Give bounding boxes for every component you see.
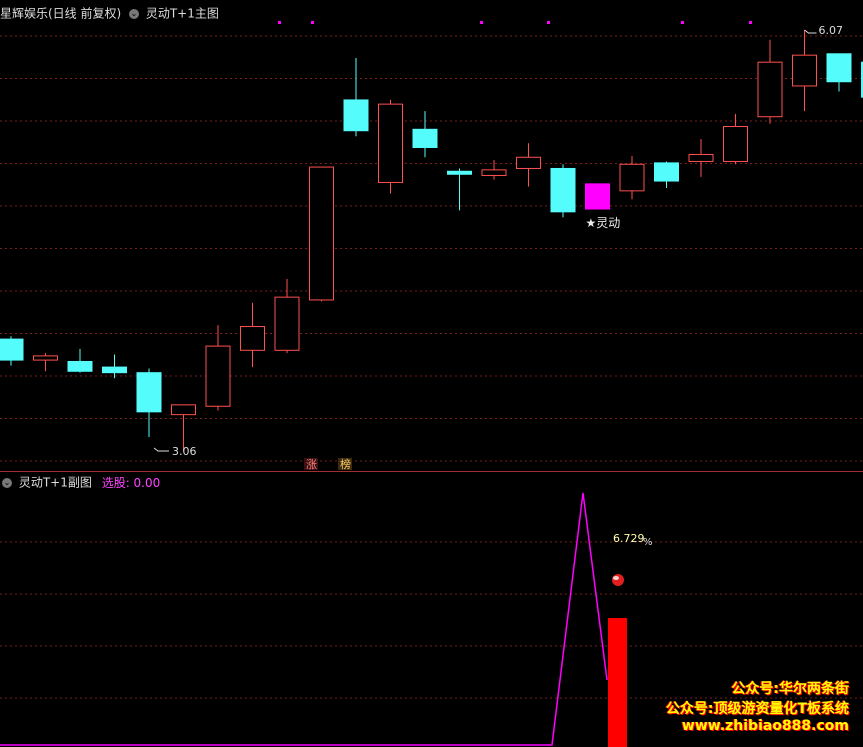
- low-price-label: 3.06: [172, 445, 197, 458]
- watermark-line-1: 公众号:华尔两条街: [731, 681, 849, 697]
- candle[interactable]: [102, 354, 127, 379]
- candle[interactable]: [274, 278, 300, 354]
- chevron-down-icon[interactable]: ⌄: [2, 477, 12, 488]
- sub-header: ⌄ 灵动T+1副图 选股: 0.00: [0, 474, 160, 490]
- candle[interactable]: [447, 168, 472, 211]
- candle[interactable]: [619, 155, 645, 200]
- candle[interactable]: [205, 325, 231, 411]
- candle-body: [205, 345, 231, 407]
- candle-body: [309, 166, 334, 301]
- signal-label: ★灵动: [586, 216, 621, 230]
- high-marker-icon: [804, 29, 817, 34]
- candle[interactable]: [654, 161, 679, 189]
- chevron-down-icon[interactable]: ⌄: [129, 8, 140, 19]
- candle[interactable]: [33, 353, 58, 372]
- candle-body: [516, 156, 541, 169]
- select-value-label: 选股: 0.00: [101, 475, 161, 490]
- candle[interactable]: [378, 99, 403, 194]
- stock-title: 星辉娱乐(日线 前复权): [0, 6, 122, 21]
- main-chart-panel[interactable]: 6.07 3.06 ★灵动涨 榜 星辉娱乐(日线 前复权) ⌄ 灵动T+1主图: [0, 0, 863, 471]
- candle-body: [585, 183, 610, 210]
- candle-body: [654, 162, 679, 182]
- candle[interactable]: [240, 302, 265, 368]
- high-price-label: 6.07: [819, 24, 844, 37]
- candle-body: [757, 61, 783, 118]
- candle[interactable]: [585, 183, 610, 210]
- candle[interactable]: [67, 348, 93, 373]
- top-dot-marker: [681, 21, 684, 24]
- candle-body: [343, 99, 369, 132]
- candle-body: [378, 103, 403, 183]
- candle-body: [826, 53, 852, 83]
- watermark-line-3: www.zhibiao888.com: [681, 718, 849, 734]
- indicator-bar: [608, 618, 627, 747]
- candle-body: [688, 153, 714, 162]
- ball-icon: [612, 574, 624, 586]
- top-dot-marker: [278, 21, 281, 24]
- candle[interactable]: [688, 139, 714, 177]
- percent-suffix: %: [643, 537, 653, 548]
- watermark-line-2: 公众号:顶级游资量化T板系统: [665, 701, 849, 717]
- candle-body: [447, 170, 472, 175]
- candle-body: [723, 126, 748, 162]
- candle-body: [0, 338, 24, 361]
- candle[interactable]: [412, 111, 438, 158]
- candle-body: [171, 404, 196, 416]
- top-dot-marker: [480, 21, 483, 24]
- candle-body: [619, 163, 645, 192]
- candlestick-chart[interactable]: 6.07 3.06 ★灵动涨 榜: [0, 0, 863, 471]
- candle[interactable]: [309, 166, 334, 302]
- candle[interactable]: [826, 53, 852, 92]
- candle[interactable]: [550, 164, 576, 218]
- low-marker-icon: [153, 447, 169, 452]
- candle-body: [136, 372, 162, 413]
- sub-indicator-name[interactable]: 灵动T+1副图: [19, 476, 92, 490]
- top-dot-marker: [311, 21, 314, 24]
- percent-value-label: 6.729: [613, 532, 645, 545]
- candle-body: [274, 296, 300, 351]
- candle[interactable]: [343, 57, 369, 137]
- candle-body: [67, 360, 93, 372]
- candle-body: [792, 54, 817, 87]
- top-dot-marker: [547, 21, 550, 24]
- top-dot-marker: [749, 21, 752, 24]
- tag-zhang: 涨: [306, 458, 317, 471]
- candle-body: [102, 366, 127, 374]
- main-header: 星辉娱乐(日线 前复权) ⌄ 灵动T+1主图: [0, 5, 219, 21]
- main-indicator-name[interactable]: 灵动T+1主图: [146, 7, 219, 21]
- candle[interactable]: [0, 336, 24, 366]
- candle-body: [240, 326, 265, 351]
- candle[interactable]: [757, 39, 783, 124]
- candle-body: [481, 169, 507, 176]
- tag-bang: 榜: [340, 457, 351, 471]
- candle-body: [33, 355, 58, 361]
- indicator-line: [0, 492, 608, 746]
- candle[interactable]: [516, 143, 541, 187]
- candle[interactable]: [136, 368, 162, 438]
- candle[interactable]: [723, 113, 748, 165]
- candle[interactable]: [792, 30, 817, 112]
- candle-body: [550, 167, 576, 213]
- candle-body: [412, 128, 438, 148]
